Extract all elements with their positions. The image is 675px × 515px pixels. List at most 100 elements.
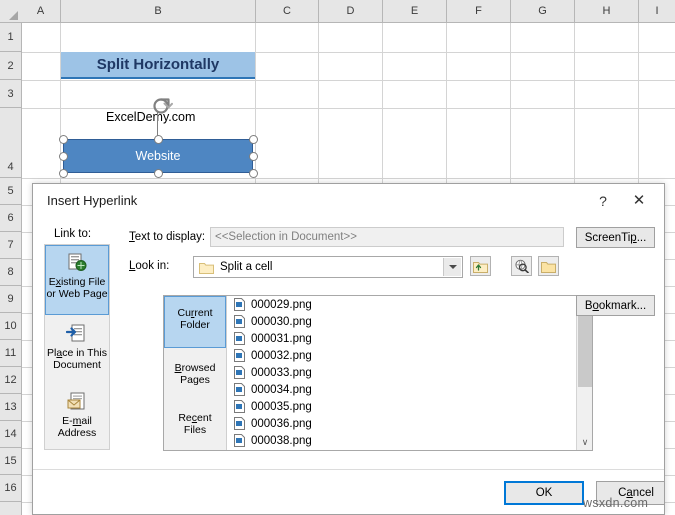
row-header-5[interactable]: 5 xyxy=(0,178,21,205)
bookmark-button-label: Bookmark... xyxy=(584,299,647,312)
column-header-c[interactable]: C xyxy=(256,0,319,22)
link-to-panel: Existing File or Web Page Place in This … xyxy=(44,244,110,450)
place-in-document-icon xyxy=(65,323,88,345)
column-header-i[interactable]: I xyxy=(639,0,675,22)
png-file-icon xyxy=(234,315,245,328)
row-header-6[interactable]: 6 xyxy=(0,205,21,232)
shape-handle-n[interactable] xyxy=(154,135,163,144)
existing-file-icon xyxy=(66,252,88,274)
file-name: 000036.png xyxy=(251,417,312,430)
list-item[interactable]: 000034.png xyxy=(228,381,575,398)
list-item[interactable]: 000029.png xyxy=(228,296,575,313)
scrollbar-thumb[interactable] xyxy=(578,313,592,387)
link-to-item-line1: E-mail xyxy=(62,415,92,427)
text-to-display-label: Text to display: xyxy=(129,231,206,243)
file-name: 000029.png xyxy=(251,298,312,311)
shape-handle-ne[interactable] xyxy=(249,135,258,144)
shape-handle-w[interactable] xyxy=(59,152,68,161)
png-file-icon xyxy=(234,434,245,447)
row-header-1[interactable]: 1 xyxy=(0,22,21,52)
up-one-folder-icon[interactable] xyxy=(470,256,491,276)
tab-recent-files[interactable]: Recent Files xyxy=(164,400,226,448)
list-item[interactable]: 000031.png xyxy=(228,330,575,347)
tab-line1: Browsed xyxy=(174,362,216,374)
tab-line1: Current xyxy=(177,307,213,319)
link-to-email-address[interactable]: E-mail Address xyxy=(45,385,109,449)
list-item[interactable]: 000038.png xyxy=(228,432,575,449)
select-all-triangle-icon xyxy=(9,11,18,20)
row-header-15[interactable]: 15 xyxy=(0,448,21,475)
row-header-4[interactable]: 4 xyxy=(0,108,21,178)
link-to-item-line1: Existing File xyxy=(48,276,106,288)
row-header-12[interactable]: 12 xyxy=(0,367,21,394)
dialog-title-bar[interactable]: Insert Hyperlink ? ✕ xyxy=(33,184,664,218)
png-file-icon xyxy=(234,383,245,396)
list-item[interactable]: 000033.png xyxy=(228,364,575,381)
row-header-8[interactable]: 8 xyxy=(0,259,21,286)
text-to-display-value: <<Selection in Document>> xyxy=(215,231,357,243)
row-header-9[interactable]: 9 xyxy=(0,286,21,313)
column-header-g[interactable]: G xyxy=(511,0,575,22)
column-header-a[interactable]: A xyxy=(21,0,61,22)
screentip-button[interactable]: ScreenTip... xyxy=(576,227,655,248)
cell-b2-title[interactable]: Split Horizontally xyxy=(61,52,255,79)
list-item[interactable]: 000030.png xyxy=(228,313,575,330)
column-header-d[interactable]: D xyxy=(319,0,383,22)
row-header-13[interactable]: 13 xyxy=(0,394,21,421)
scroll-down-icon[interactable]: ∨ xyxy=(577,434,592,450)
row-header-11[interactable]: 11 xyxy=(0,340,21,367)
close-icon[interactable]: ✕ xyxy=(624,190,654,212)
file-list[interactable]: 000029.png 000030.png 000031.png 000032.… xyxy=(228,296,575,450)
shape-handle-s[interactable] xyxy=(154,169,163,178)
website-shape-label: Website xyxy=(135,149,181,163)
file-list-scrollbar[interactable]: ∧ ∨ xyxy=(576,296,592,450)
shape-handle-sw[interactable] xyxy=(59,169,68,178)
column-header-h[interactable]: H xyxy=(575,0,639,22)
file-name: 000030.png xyxy=(251,315,312,328)
list-item[interactable]: 000036.png xyxy=(228,415,575,432)
row-header-16[interactable]: 16 xyxy=(0,475,21,502)
link-to-existing-file-or-web-page[interactable]: Existing File or Web Page xyxy=(45,245,109,315)
ok-button[interactable]: OK xyxy=(504,481,584,505)
tab-line2: Files xyxy=(183,424,207,436)
row-header-7[interactable]: 7 xyxy=(0,232,21,259)
select-all-corner[interactable] xyxy=(0,0,22,22)
row-header-2[interactable]: 2 xyxy=(0,52,21,80)
row-header-14[interactable]: 14 xyxy=(0,421,21,448)
browse-for-file-icon[interactable] xyxy=(538,256,559,276)
file-name: 000034.png xyxy=(251,383,312,396)
watermark-text: wsxdn.com xyxy=(583,496,649,510)
website-shape[interactable]: Website xyxy=(63,139,253,173)
insert-hyperlink-dialog: Insert Hyperlink ? ✕ Link to: Existing F… xyxy=(32,183,665,515)
png-file-icon xyxy=(234,332,245,345)
shape-handle-se[interactable] xyxy=(249,169,258,178)
tab-line1: Recent xyxy=(178,412,212,424)
footer-divider xyxy=(33,469,664,470)
gridline xyxy=(21,178,675,179)
link-to-item-line1: Place in This xyxy=(47,347,107,359)
row-header-10[interactable]: 10 xyxy=(0,313,21,340)
shape-handle-e[interactable] xyxy=(249,152,258,161)
file-name: 000038.png xyxy=(251,434,312,447)
chevron-down-icon[interactable] xyxy=(443,258,461,276)
look-in-label: Look in: xyxy=(129,260,170,272)
look-in-combo[interactable]: Split a cell xyxy=(193,256,463,278)
text-to-display-input[interactable]: <<Selection in Document>> xyxy=(210,227,564,247)
column-header-b[interactable]: B xyxy=(61,0,256,22)
tab-browsed-pages[interactable]: Browsed Pages xyxy=(164,350,226,398)
bookmark-button[interactable]: Bookmark... xyxy=(576,295,655,316)
tab-line2: Pages xyxy=(180,374,210,386)
link-to-place-in-this-document[interactable]: Place in This Document xyxy=(45,317,109,383)
shape-handle-nw[interactable] xyxy=(59,135,68,144)
row-header-3[interactable]: 3 xyxy=(0,80,21,108)
rotate-handle-icon[interactable] xyxy=(151,95,173,117)
column-header-e[interactable]: E xyxy=(383,0,447,22)
browse-web-icon[interactable] xyxy=(511,256,532,276)
help-icon[interactable]: ? xyxy=(590,191,616,211)
column-header-f[interactable]: F xyxy=(447,0,511,22)
folder-icon xyxy=(199,261,214,274)
tab-current-folder[interactable]: Current Folder xyxy=(164,296,226,348)
list-item[interactable]: 000032.png xyxy=(228,347,575,364)
list-item[interactable]: 000035.png xyxy=(228,398,575,415)
dialog-footer: OK Cancel xyxy=(33,458,664,514)
